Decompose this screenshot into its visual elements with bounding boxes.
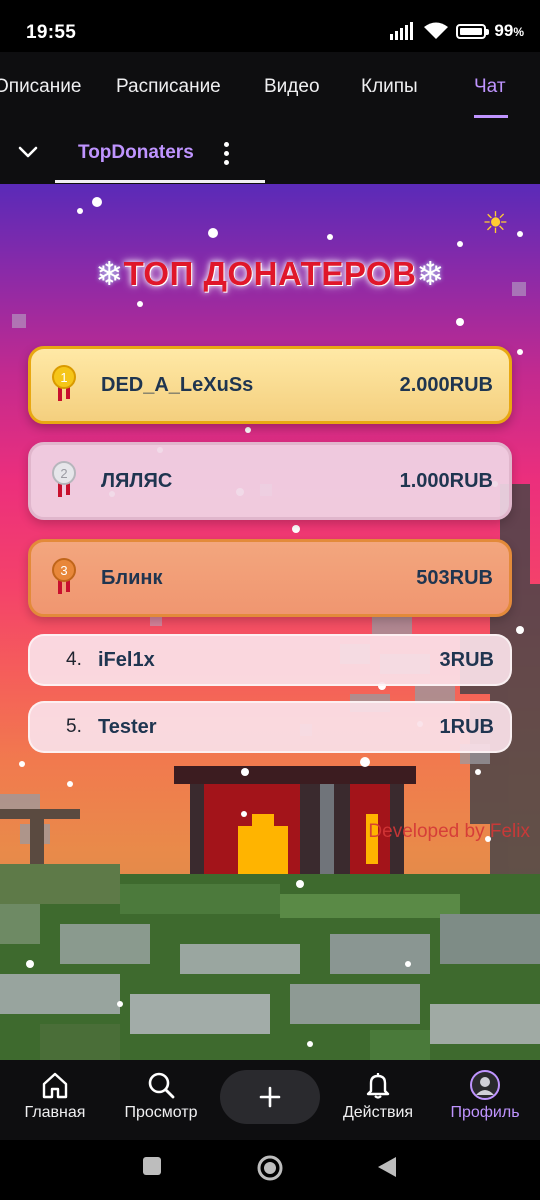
nav-profile[interactable]: Профиль [430, 1070, 540, 1122]
status-icons: 99% [390, 20, 524, 42]
donor-name: ЛЯЛЯС [101, 469, 173, 492]
tab-topdonaters[interactable]: TopDonaters [78, 142, 194, 164]
donor-card-4: 4. iFel1x 3RUB [28, 634, 512, 686]
donor-amount: 3RUB [439, 648, 494, 671]
battery-percent: 99% [494, 21, 524, 40]
donor-amount: 2.000RUB [399, 373, 493, 396]
snowflake-icon: ❄ [416, 255, 445, 292]
donor-amount: 1RUB [439, 715, 494, 738]
home-icon [42, 1072, 68, 1099]
svg-text:3: 3 [60, 563, 67, 578]
panel-header: TopDonaters [0, 118, 540, 184]
svg-text:1: 1 [60, 370, 67, 385]
panel-tab-indicator [55, 180, 265, 183]
snowflake-icon: ❄ [95, 255, 124, 292]
more-options-icon[interactable] [218, 138, 234, 166]
create-button[interactable] [220, 1070, 320, 1124]
donor-amount: 503RUB [416, 566, 493, 589]
plus-icon [259, 1086, 281, 1108]
donor-rank: 5. [66, 716, 82, 737]
nav-activity[interactable]: Действия [323, 1070, 433, 1122]
developer-credit: Developed by Felix [368, 821, 530, 842]
recents-icon[interactable] [142, 1156, 162, 1176]
nav-home[interactable]: Главная [0, 1070, 110, 1122]
tab-videos[interactable]: Видео [264, 76, 320, 98]
bronze-medal-icon: 3 [52, 558, 76, 594]
chevron-down-icon[interactable] [16, 140, 40, 164]
tab-clips[interactable]: Клипы [361, 76, 418, 98]
donor-name: Tester [98, 715, 157, 738]
tab-schedule[interactable]: Расписание [116, 76, 221, 98]
signal-icon [390, 22, 414, 40]
home-button-icon[interactable] [256, 1154, 284, 1182]
tab-description[interactable]: Описание [0, 76, 81, 98]
nav-browse[interactable]: Просмотр [106, 1070, 216, 1122]
donor-card-3: 3 Блинк 503RUB [28, 539, 512, 617]
donor-name: Блинк [101, 566, 163, 589]
donor-name: iFel1x [98, 648, 155, 671]
gold-medal-icon: 1 [52, 365, 76, 401]
wifi-icon [424, 22, 449, 39]
donor-card-5: 5. Tester 1RUB [28, 701, 512, 753]
channel-tabs: Описание Расписание Видео Клипы Чат [0, 52, 540, 118]
search-icon [148, 1072, 175, 1099]
status-bar: 19:55 99% [0, 0, 540, 52]
system-nav-bar [0, 1140, 540, 1200]
panel-title: ❄ТОП ДОНАТЕРОВ❄ [95, 255, 445, 292]
profile-avatar [470, 1070, 500, 1100]
bottom-nav: Главная Просмотр Действия Профиль [0, 1060, 540, 1140]
donor-card-1: 1 DED_A_LeXuSs 2.000RUB [28, 346, 512, 424]
status-time: 19:55 [26, 22, 77, 43]
pixel-winter-scene [0, 197, 540, 1060]
donor-rank: 4. [66, 649, 82, 670]
tab-chat[interactable]: Чат [474, 76, 506, 98]
back-icon[interactable] [376, 1156, 398, 1178]
donor-card-2: 2 ЛЯЛЯС 1.000RUB [28, 442, 512, 520]
donor-amount: 1.000RUB [399, 469, 493, 492]
silver-medal-icon: 2 [52, 461, 76, 497]
bell-icon [366, 1073, 390, 1099]
svg-text:2: 2 [60, 466, 67, 481]
sun-icon: ☀ [482, 207, 509, 240]
donor-name: DED_A_LeXuSs [101, 373, 254, 396]
top-donaters-panel: ☀ ❄ТОП ДОНАТЕРОВ❄ 1 DED_A_LeXuSs 2.000RU… [0, 184, 540, 1060]
battery-icon [456, 23, 490, 39]
